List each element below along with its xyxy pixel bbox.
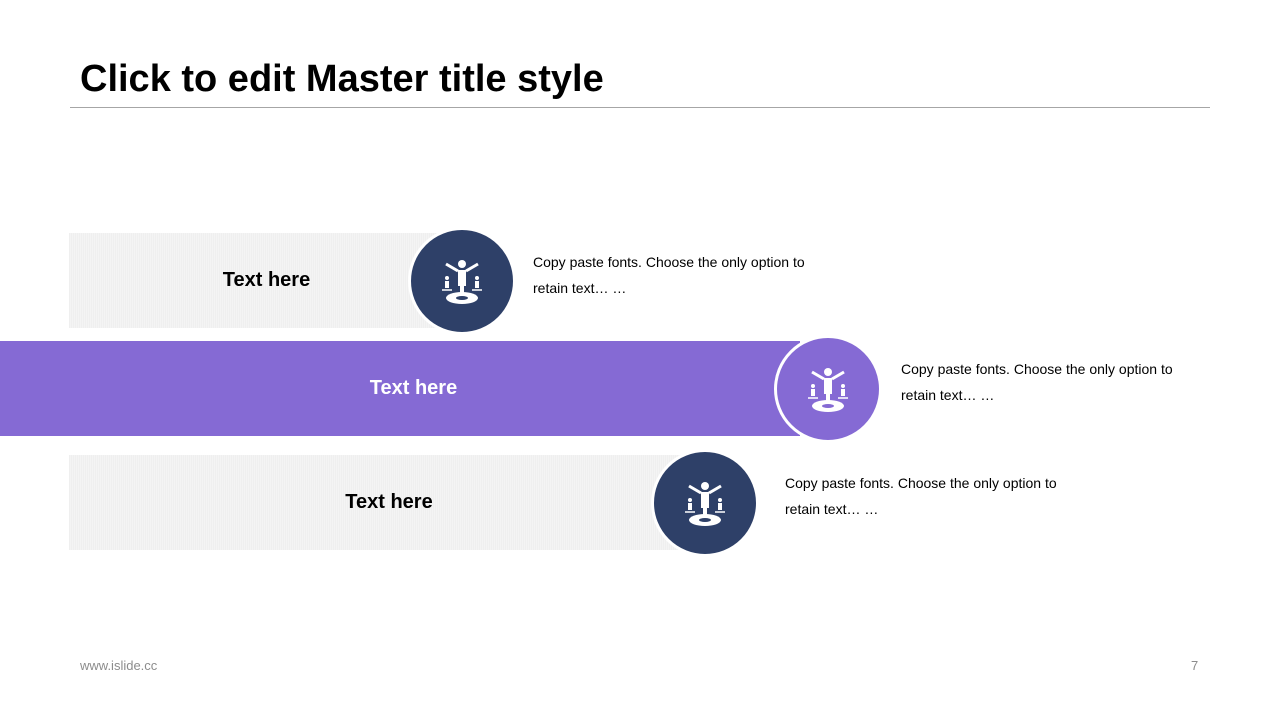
footer-url: www.islide.cc	[80, 658, 158, 673]
row-2-icon-circle	[774, 335, 882, 443]
row-1-description: Copy paste fonts. Choose the only option…	[533, 254, 805, 296]
row-3-label: Text here	[345, 491, 433, 513]
page-title: Click to edit Master title style	[80, 58, 604, 100]
row-2-description: Copy paste fonts. Choose the only option…	[901, 361, 1173, 403]
row-2-label: Text here	[369, 377, 458, 399]
row-1-icon-circle	[408, 227, 516, 335]
person-balancing-scales-icon	[685, 482, 725, 526]
row-1-label: Text here	[222, 269, 311, 291]
person-balancing-scales-icon	[442, 260, 482, 304]
row-2-bar: Text here	[0, 341, 800, 436]
row-3-icon-circle	[651, 449, 759, 557]
person-balancing-scales-icon	[808, 368, 848, 412]
row-3-description: Copy paste fonts. Choose the only option…	[785, 475, 1057, 517]
title-divider	[70, 107, 1210, 108]
page-number: 7	[1191, 658, 1199, 673]
row-3-bar: Text here	[69, 455, 709, 550]
